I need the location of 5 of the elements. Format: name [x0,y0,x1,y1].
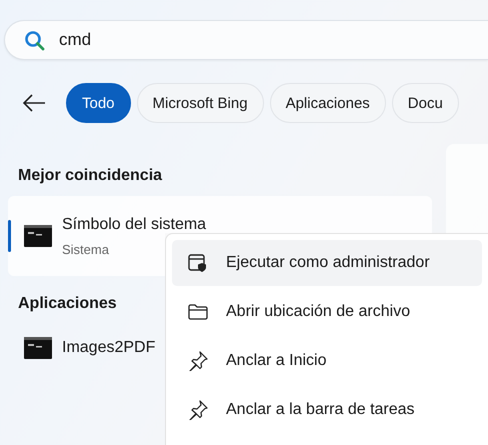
app-name: Images2PDF [62,339,156,357]
app-type: Sistema [62,242,110,256]
app-name: Símbolo del sistema [62,216,206,234]
section-heading: Aplicaciones [18,294,117,314]
section-heading: Mejor coincidencia [18,166,162,186]
